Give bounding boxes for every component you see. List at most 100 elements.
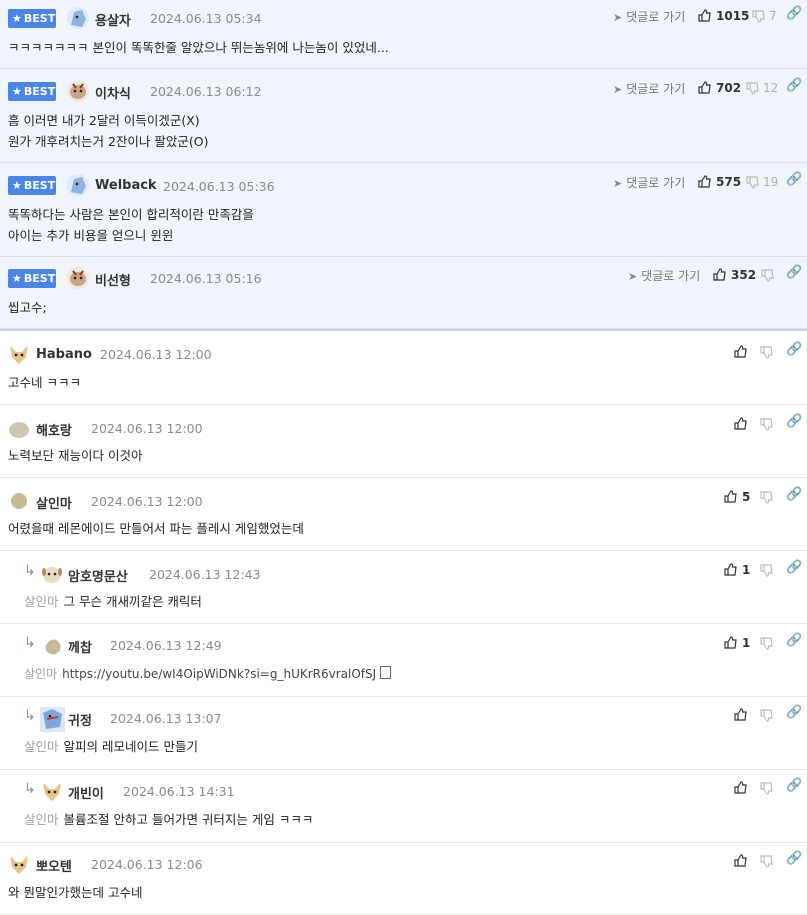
comment-author[interactable]: 께찹 <box>68 637 92 656</box>
goto-reply-link[interactable]: ➤ 댓글로 가기 <box>628 267 700 284</box>
best-comment: ★ BEST 비선형 2024.06.13 05:16 ➤ 댓글로 가기 352 🔗… <box>0 257 807 329</box>
comment-author[interactable]: 이차식 <box>95 83 131 102</box>
comment-author[interactable]: 살인마 <box>36 493 72 512</box>
comment-author[interactable]: 개빈이 <box>68 783 104 802</box>
comment-author[interactable]: 암호명문산 <box>68 566 128 585</box>
link-icon[interactable]: 🔗 <box>786 705 802 720</box>
thumb-down-icon[interactable] <box>746 176 759 189</box>
reply-item: ↳ 암호명문산 2024.06.13 12:43 1 🔗 살인마 그 무슨 개새끼… <box>0 551 807 624</box>
comment-date: 2024.06.13 05:34 <box>150 11 262 26</box>
thumb-up-icon[interactable] <box>734 854 747 867</box>
comment-date: 2024.06.13 14:31 <box>123 784 235 799</box>
thumb-down-icon[interactable] <box>760 855 773 868</box>
avatar-icon[interactable] <box>67 7 89 29</box>
thumb-up-icon[interactable] <box>698 81 711 94</box>
document-icon[interactable] <box>380 666 392 679</box>
avatar-icon[interactable] <box>67 267 89 289</box>
thumb-down-icon[interactable] <box>746 82 759 95</box>
best-comment: ★ BEST Welback 2024.06.13 05:36 ➤ 댓글로 가기 5… <box>0 163 807 257</box>
thumb-down-icon[interactable] <box>760 346 773 359</box>
comment-date: 2024.06.13 05:36 <box>163 179 275 194</box>
quoted-author[interactable]: 살인마 <box>24 739 59 754</box>
comment-text: 노력보단 재능이다 이것아 <box>8 448 143 463</box>
link-icon[interactable]: 🔗 <box>786 487 802 502</box>
thumb-up-icon[interactable] <box>724 490 737 503</box>
goto-reply-link[interactable]: ➤ 댓글로 가기 <box>613 80 685 97</box>
avatar-icon[interactable] <box>8 418 30 440</box>
thumb-down-icon[interactable] <box>760 782 773 795</box>
link-icon[interactable]: 🔗 <box>786 633 802 648</box>
comment-item: Habano 2024.06.13 12:00 🔗 고수네 ㅋㅋㅋ <box>0 331 807 405</box>
thumb-down-icon[interactable] <box>752 10 765 23</box>
avatar-icon[interactable] <box>67 174 89 196</box>
thumb-down-icon[interactable] <box>760 709 773 722</box>
goto-reply-link[interactable]: ➤ 댓글로 가기 <box>613 8 685 25</box>
thumb-up-icon[interactable] <box>734 345 747 358</box>
thumb-down-icon[interactable] <box>761 269 774 282</box>
video-link[interactable]: https://youtu.be/wI4OipWiDNk?si=g_hUKrR6… <box>62 667 376 681</box>
thumb-down-icon[interactable] <box>760 491 773 504</box>
avatar-icon[interactable] <box>41 780 63 802</box>
comment-author[interactable]: Welback <box>95 178 157 193</box>
comment-date: 2024.06.13 12:00 <box>100 347 212 362</box>
comment-author[interactable]: 해호랑 <box>36 420 72 439</box>
thumb-up-icon[interactable] <box>734 708 747 721</box>
thumb-up-icon[interactable] <box>724 563 737 576</box>
avatar-icon[interactable] <box>8 853 30 875</box>
comment-text: 살인마 그 무슨 개새끼같은 캐릭터 <box>24 594 202 609</box>
quoted-author[interactable]: 살인마 <box>24 594 59 609</box>
comment-date: 2024.06.13 05:16 <box>150 271 262 286</box>
comment-author[interactable]: 귀정 <box>68 710 92 729</box>
star-icon: ★ <box>12 179 22 192</box>
comment-text: 고수네 ㅋㅋㅋ <box>8 375 81 390</box>
avatar-icon[interactable] <box>45 639 67 661</box>
comment-date: 2024.06.13 12:43 <box>149 567 261 582</box>
thumb-up-icon[interactable] <box>734 781 747 794</box>
comment-author[interactable]: Habano <box>36 347 92 362</box>
thumb-up-icon[interactable] <box>698 9 711 22</box>
link-icon[interactable]: 🔗 <box>786 78 802 93</box>
thumb-down-icon[interactable] <box>760 418 773 431</box>
comment-author[interactable]: 용살자 <box>95 10 131 29</box>
link-icon[interactable]: 🔗 <box>786 172 802 187</box>
like-count: 1 <box>742 563 751 577</box>
avatar-icon[interactable] <box>10 492 32 514</box>
comment-item: 살인마 2024.06.13 12:00 5 🔗 어렸을때 레몬에이드 만들어서… <box>0 478 807 551</box>
comment-author[interactable]: 뽀오텐 <box>36 856 72 875</box>
comment-item: 뽀오텐 2024.06.13 12:06 🔗 와 뭔말인가했는데 고수네 <box>0 843 807 915</box>
quoted-author[interactable]: 살인마 <box>24 812 59 827</box>
link-icon[interactable]: 🔗 <box>786 851 802 866</box>
link-icon[interactable]: 🔗 <box>786 778 802 793</box>
reply-item: ↳ 개빈이 2024.06.13 14:31 🔗 살인마 볼륨조절 안하고 들어가… <box>0 770 807 843</box>
link-icon[interactable]: 🔗 <box>786 342 802 357</box>
comment-author[interactable]: 비선형 <box>95 270 131 289</box>
thumb-down-icon[interactable] <box>760 564 773 577</box>
thumb-down-icon[interactable] <box>760 637 773 650</box>
link-icon[interactable]: 🔗 <box>786 560 802 575</box>
like-count: 575 <box>716 175 742 189</box>
thumb-up-icon[interactable] <box>698 175 711 188</box>
reply-arrow-icon: ↳ <box>24 781 36 797</box>
reply-arrow-icon: ↳ <box>24 708 36 724</box>
best-comment: ★ BEST 이차식 2024.06.13 06:12 ➤ 댓글로 가기 702 1… <box>0 69 807 163</box>
like-count: 352 <box>731 268 757 282</box>
reply-arrow-icon: ↳ <box>24 563 36 579</box>
dislike-count: 7 <box>769 9 777 23</box>
thumb-up-icon[interactable] <box>713 268 726 281</box>
goto-reply-link[interactable]: ➤ 댓글로 가기 <box>613 174 685 191</box>
avatar-icon[interactable] <box>8 343 30 365</box>
star-icon: ★ <box>12 85 22 98</box>
avatar-icon[interactable] <box>40 707 65 732</box>
link-icon[interactable]: 🔗 <box>786 414 802 429</box>
link-icon[interactable]: 🔗 <box>786 265 802 280</box>
reply-item: ↳ 귀정 2024.06.13 13:07 🔗 살인마 알피의 레모네이드 만들기 <box>0 697 807 770</box>
thumb-up-icon[interactable] <box>734 417 747 430</box>
thumb-up-icon[interactable] <box>724 636 737 649</box>
comment-item: 해호랑 2024.06.13 12:00 🔗 노력보단 재능이다 이것아 <box>0 405 807 478</box>
comment-date: 2024.06.13 13:07 <box>110 711 222 726</box>
quoted-author[interactable]: 살인마 <box>24 667 57 681</box>
avatar-icon[interactable] <box>67 80 89 102</box>
link-icon[interactable]: 🔗 <box>786 6 802 21</box>
avatar-icon[interactable] <box>41 563 63 585</box>
send-arrow-icon: ➤ <box>628 270 638 283</box>
